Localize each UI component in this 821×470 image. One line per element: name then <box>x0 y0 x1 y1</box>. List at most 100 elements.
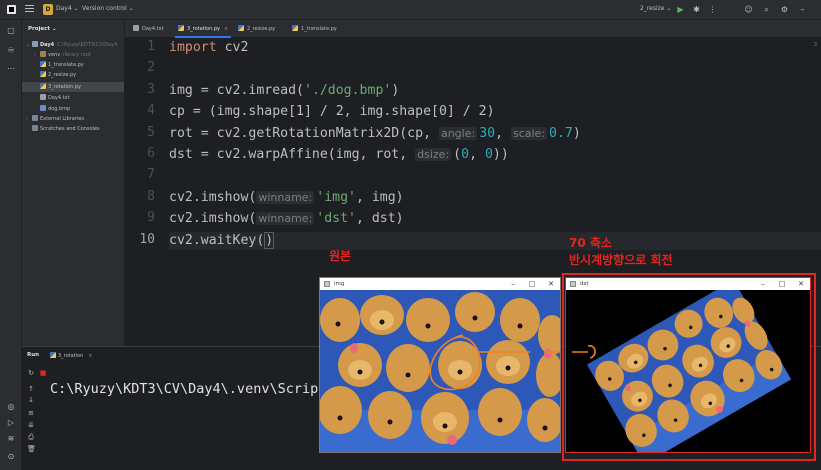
project-badge[interactable]: D <box>43 4 53 15</box>
img-window[interactable]: img – □ ✕ <box>319 277 561 453</box>
code-line-4: cp = (img.shape[1] / 2, img.shape[0] / 2… <box>169 104 495 119</box>
tree-external-libraries[interactable]: › External Libraries <box>22 114 124 124</box>
close-icon[interactable]: ✕ <box>792 278 810 290</box>
text-file-icon <box>133 25 139 31</box>
inspection-count: 3 <box>813 42 817 48</box>
line-number: 8 <box>147 189 155 204</box>
text-file-icon <box>40 94 46 100</box>
line-number: 9 <box>147 210 155 225</box>
rerun-icon[interactable]: ↻ <box>27 369 35 377</box>
folder-icon[interactable]: ▢ <box>6 26 16 36</box>
project-name-dropdown[interactable]: Day4 ⌄ <box>56 5 79 12</box>
scroll-up-icon[interactable]: ↑ <box>27 385 35 393</box>
debug-icon[interactable]: ✱ <box>691 3 702 16</box>
print-icon[interactable]: ⎙ <box>27 433 35 441</box>
tree-item-label: 2_resize.py <box>48 72 77 78</box>
library-icon <box>32 115 38 121</box>
code-line-1: import cv2 <box>169 40 249 55</box>
annotation-scale: 70 축소 <box>569 236 612 250</box>
python-file-icon <box>50 352 56 358</box>
tree-item-2-resize[interactable]: 2_resize.py <box>22 70 124 80</box>
dst-window-titlebar[interactable]: dst – □ ✕ <box>566 278 810 290</box>
minimize-icon[interactable]: – <box>754 278 772 290</box>
minimize-icon[interactable]: – <box>504 278 522 290</box>
tree-item-3-rotation[interactable]: 3_rotation.py <box>22 82 124 92</box>
line-number: 7 <box>147 167 155 182</box>
trash-icon[interactable]: 🗑 <box>27 445 36 453</box>
python-file-icon <box>40 71 46 77</box>
settings-icon[interactable]: ⚙ <box>779 3 790 16</box>
dst-canvas <box>566 290 810 452</box>
tab-1-translate[interactable]: 1_translate.py <box>292 20 337 38</box>
annotation-rotate: 반시계방향으로 회전 <box>569 253 673 267</box>
tree-item-venv[interactable]: › venv library root <box>22 50 124 60</box>
vcs-label: Version control <box>82 5 127 12</box>
close-tab-icon[interactable]: × <box>88 353 92 359</box>
tab-3-rotation[interactable]: 3_rotation.py × <box>175 20 232 38</box>
close-tab-icon[interactable]: × <box>224 26 228 32</box>
close-icon[interactable]: ✕ <box>542 278 560 290</box>
maximize-icon[interactable]: □ <box>523 278 541 290</box>
editor-tabs: Day4.txt 3_rotation.py × 2_resize.py 1_tr… <box>125 20 821 38</box>
root-label: Day4 <box>40 42 55 48</box>
python-packages-icon[interactable]: ◎ <box>6 402 16 412</box>
tab-day4-txt[interactable]: Day4.txt <box>133 20 164 38</box>
line-number: 4 <box>147 103 155 118</box>
tab-2-resize[interactable]: 2_resize.py <box>238 20 275 38</box>
line-number: 10 <box>139 232 155 247</box>
app-logo-icon[interactable] <box>7 5 16 14</box>
run-config-label: 2_resize <box>640 5 665 12</box>
tree-item-dog-bmp[interactable]: dog.bmp <box>22 104 124 114</box>
tree-item-day4-txt[interactable]: Day4.txt <box>22 93 124 103</box>
run-tab-label: 3_rotation <box>58 353 84 359</box>
line-number: 3 <box>147 82 155 97</box>
project-panel-header[interactable]: Project ⌄ <box>28 26 57 32</box>
more-tools-icon[interactable]: ⋯ <box>6 64 16 74</box>
root-path: C:\Ryuzy\KDT3\CV\Day4 <box>57 42 118 48</box>
rotated-puppies-image <box>566 290 810 452</box>
tree-item-label: dog.bmp <box>48 106 71 112</box>
tree-item-label: External Libraries <box>40 116 84 122</box>
tab-label: 1_translate.py <box>301 26 337 32</box>
tree-item-label: Day4.txt <box>48 95 70 101</box>
scroll-end-icon[interactable]: ⇊ <box>27 421 35 429</box>
structure-icon[interactable]: ♾ <box>6 46 16 56</box>
tree-item-1-translate[interactable]: 1_translate.py <box>22 60 124 70</box>
run-panel-title: Run <box>27 352 40 358</box>
run-config-dropdown[interactable]: 2_resize ⌄ <box>640 5 671 12</box>
soft-wrap-icon[interactable]: ≡ <box>27 409 35 417</box>
run-tab-3-rotation[interactable]: 3_rotation × <box>50 352 93 359</box>
param-hint-scale: scale: <box>510 127 548 140</box>
hamburger-menu-icon[interactable] <box>25 5 34 14</box>
python-file-icon <box>238 25 244 31</box>
maximize-icon[interactable]: □ <box>773 278 791 290</box>
img-canvas <box>320 290 560 452</box>
scroll-down-icon[interactable]: ↓ <box>27 396 35 404</box>
window-icon <box>570 281 576 287</box>
search-icon[interactable]: ⌕ <box>761 3 772 16</box>
param-hint-winname: winname: <box>256 191 315 204</box>
minimize-icon[interactable]: – <box>797 3 808 16</box>
img-window-titlebar[interactable]: img – □ ✕ <box>320 278 560 290</box>
img-window-title: img <box>334 281 345 287</box>
code-line-3: img = cv2.imread('./dog.bmp') <box>169 83 400 98</box>
tree-item-label: venv <box>48 52 61 58</box>
tree-scratches[interactable]: Scratches and Consoles <box>22 124 124 134</box>
param-hint-winname: winname: <box>256 212 315 225</box>
run-tool-icon[interactable]: ▷ <box>6 418 16 428</box>
tree-root-day4[interactable]: ⌄ Day4 C:\Ryuzy\KDT3\CV\Day4 <box>22 40 124 50</box>
tab-label: Day4.txt <box>142 26 164 32</box>
vcs-dropdown[interactable]: Version control ⌄ <box>82 5 134 12</box>
add-user-icon[interactable]: ☺ <box>743 3 754 16</box>
problems-icon[interactable]: ⊙ <box>6 452 16 462</box>
play-icon[interactable]: ▶ <box>675 3 686 16</box>
python-file-icon <box>292 25 298 31</box>
more-icon[interactable]: ⋮ <box>707 3 718 16</box>
python-file-icon <box>178 25 184 31</box>
stop-icon[interactable]: ■ <box>39 369 47 377</box>
param-hint-dsize: dsize: <box>415 148 452 161</box>
tab-label: 2_resize.py <box>247 26 276 32</box>
dst-window[interactable]: dst – □ ✕ <box>565 277 811 453</box>
layers-icon[interactable]: ≋ <box>6 434 16 444</box>
tree-item-label: 1_translate.py <box>48 62 84 68</box>
